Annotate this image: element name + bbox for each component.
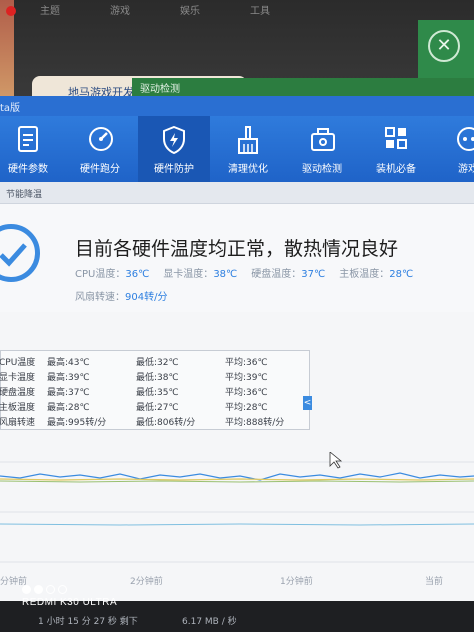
window-title: ta版 <box>0 103 21 114</box>
sub-tab-bar: 节能降温 <box>0 182 474 204</box>
fan-label: 风扇转速： <box>75 292 125 303</box>
monitor-graph-area: CPU温度 最高:43℃ 最低:32℃ 平均:36℃ 显卡温度 最高:39℃ 最… <box>0 312 474 601</box>
close-icon[interactable]: ✕ <box>428 30 460 62</box>
stats-avg: 平均:39℃ <box>225 373 268 383</box>
desktop-tab[interactable]: 游戏 <box>110 2 130 17</box>
fan-value: 904转/分 <box>125 292 168 303</box>
desktop-tab[interactable]: 主题 <box>40 2 60 17</box>
stats-min: 最低:806转/分 <box>136 418 196 428</box>
nav-label: 清理优化 <box>228 164 268 175</box>
series-line-disk <box>0 523 474 526</box>
toolbox-icon <box>311 128 335 151</box>
stats-min: 最低:32℃ <box>136 358 179 368</box>
stats-row: 硬盘温度 最高:37℃ 最低:35℃ 平均:36℃ <box>0 383 311 398</box>
gpu-temp-value: 38℃ <box>213 269 238 280</box>
stats-name: 主板温度 <box>0 403 36 413</box>
status-headline: 目前各硬件温度均正常，散热情况良好 <box>75 238 399 260</box>
close-panel[interactable]: ✕ <box>418 20 474 78</box>
stats-max: 最高:39℃ <box>47 373 90 383</box>
collapse-legend-button[interactable]: < <box>303 396 312 410</box>
nav-label: 驱动检测 <box>302 164 342 175</box>
series-line-gpu <box>0 478 474 481</box>
x-axis-label: 当前 <box>425 577 444 587</box>
stats-max: 最高:37℃ <box>47 388 90 398</box>
mouse-cursor-icon <box>329 452 343 469</box>
stats-row: CPU温度 最高:43℃ 最低:32℃ 平均:36℃ <box>0 353 311 368</box>
nav-essentials[interactable]: 装机必备 <box>360 116 432 182</box>
transfer-speed: 6.17 MB / 秒 <box>182 617 237 627</box>
temperature-line-plot <box>0 452 474 563</box>
stats-name: 显卡温度 <box>0 373 36 383</box>
watermark-dots <box>22 579 70 598</box>
game-icon <box>457 127 474 151</box>
temperature-summary: CPU温度：36℃ 显卡温度：38℃ 硬盘温度：37℃ 主板温度：28℃ <box>75 265 427 280</box>
broom-icon <box>238 126 258 154</box>
nav-label: 游戏 <box>458 164 474 175</box>
apps-grid-icon <box>385 127 407 149</box>
gpu-temp-label: 显卡温度： <box>163 269 214 280</box>
time-remaining: 1 小时 15 分 27 秒 剩下 <box>38 617 138 627</box>
watermark-dot <box>22 585 31 594</box>
stats-min: 最低:27℃ <box>136 403 179 413</box>
stats-avg: 平均:28℃ <box>225 403 268 413</box>
stats-max: 最高:43℃ <box>47 358 90 368</box>
gauge-icon <box>89 127 113 151</box>
nav-label: 硬件跑分 <box>80 164 120 175</box>
nav-label: 装机必备 <box>376 164 416 175</box>
stats-avg: 平均:888转/分 <box>225 418 285 428</box>
title-bar: ta版 <box>0 96 474 116</box>
check-circle-icon <box>0 224 40 282</box>
stats-avg: 平均:36℃ <box>225 388 268 398</box>
document-icon <box>18 126 38 152</box>
stats-row: 显卡温度 最高:39℃ 最低:38℃ 平均:39℃ <box>0 368 311 383</box>
nav-cleanup[interactable]: 清理优化 <box>212 116 284 182</box>
tab-energy-cooling[interactable]: 节能降温 <box>6 187 42 200</box>
stats-row: 风扇转速 最高:995转/分 最低:806转/分 平均:888转/分 <box>0 413 311 428</box>
hardware-app-window: ta版 硬件参数 硬件跑分 硬件防护 清理优化 驱动检测 装机必备 游戏 节能降… <box>0 96 474 601</box>
stats-min: 最低:35℃ <box>136 388 179 398</box>
record-indicator-icon <box>6 6 16 16</box>
tooltip-text: 驱动检测 <box>140 84 180 95</box>
watermark-dot <box>34 585 43 594</box>
nav-hardware-params[interactable]: 硬件参数 <box>0 116 64 182</box>
stats-name: 硬盘温度 <box>0 388 36 398</box>
nav-benchmark[interactable]: 硬件跑分 <box>64 116 136 182</box>
tooltip: 驱动检测 <box>132 78 474 96</box>
desktop-tab[interactable]: 娱乐 <box>180 2 200 17</box>
series-line-cpu <box>0 480 474 483</box>
nav-label: 硬件防护 <box>154 164 194 175</box>
nav-driver-check[interactable]: 驱动检测 <box>286 116 358 182</box>
main-nav: 硬件参数 硬件跑分 硬件防护 清理优化 驱动检测 装机必备 游戏 <box>0 116 474 182</box>
stats-min: 最低:38℃ <box>136 373 179 383</box>
nav-protection[interactable]: 硬件防护 <box>138 116 210 182</box>
stats-legend: CPU温度 最高:43℃ 最低:32℃ 平均:36℃ 显卡温度 最高:39℃ 最… <box>0 350 310 430</box>
cpu-temp-value: 36℃ <box>125 269 150 280</box>
x-axis-label: 1分钟前 <box>280 577 313 587</box>
device-watermark: REDMI K30 ULTRA <box>22 597 118 608</box>
watermark-dot <box>46 585 55 594</box>
stats-row: 主板温度 最高:28℃ 最低:27℃ 平均:28℃ <box>0 398 311 413</box>
stats-name: CPU温度 <box>0 358 36 368</box>
stats-name: 风扇转速 <box>0 418 36 428</box>
cpu-temp-label: CPU温度： <box>75 269 126 280</box>
board-temp-value: 28℃ <box>389 269 414 280</box>
stats-avg: 平均:36℃ <box>225 358 268 368</box>
watermark-dot <box>58 585 67 594</box>
nav-games[interactable]: 游戏 <box>432 116 474 182</box>
nav-label: 硬件参数 <box>8 164 48 175</box>
x-axis-label: 2分钟前 <box>130 577 163 587</box>
disk-temp-value: 37℃ <box>301 269 326 280</box>
fan-speed: 风扇转速：904转/分 <box>75 288 167 303</box>
status-panel: 目前各硬件温度均正常，散热情况良好 CPU温度：36℃ 显卡温度：38℃ 硬盘温度：… <box>0 204 474 312</box>
shield-bolt-icon <box>163 126 185 154</box>
board-temp-label: 主板温度： <box>339 269 390 280</box>
stats-max: 最高:995转/分 <box>47 418 107 428</box>
stats-max: 最高:28℃ <box>47 403 90 413</box>
disk-temp-label: 硬盘温度： <box>251 269 302 280</box>
desktop-tab[interactable]: 工具 <box>250 2 270 17</box>
